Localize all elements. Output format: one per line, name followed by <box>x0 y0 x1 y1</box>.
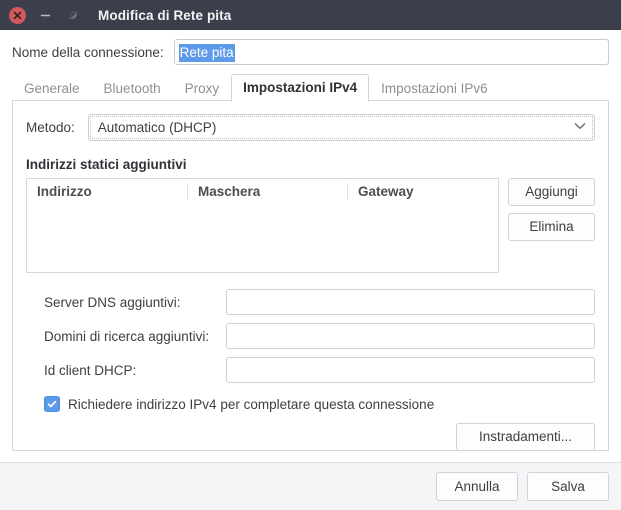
minimize-button[interactable] <box>34 4 56 26</box>
routes-button[interactable]: Instradamenti... <box>456 423 595 451</box>
dhcp-client-id-row: Id client DHCP: <box>26 357 595 383</box>
tab-generale[interactable]: Generale <box>12 75 92 102</box>
require-ipv4-checkbox[interactable] <box>44 396 60 412</box>
edit-connection-window: Modifica di Rete pita Nome della conness… <box>0 0 621 510</box>
table-header-row: Indirizzo Maschera Gateway <box>27 179 498 203</box>
tab-proxy[interactable]: Proxy <box>173 75 232 102</box>
search-domains-label: Domini di ricerca aggiuntivi: <box>44 328 210 344</box>
ipv4-settings-page: Metodo: Automatico (DHCP) Indirizzi stat… <box>12 100 609 451</box>
routes-row: Instradamenti... <box>26 423 595 451</box>
tab-impostazioni-ipv4[interactable]: Impostazioni IPv4 <box>231 74 370 102</box>
close-button[interactable] <box>6 4 28 26</box>
add-address-button[interactable]: Aggiungi <box>508 178 595 206</box>
dns-row: Server DNS aggiuntivi: <box>26 289 595 315</box>
delete-address-button[interactable]: Elimina <box>508 213 595 241</box>
column-header-maschera[interactable]: Maschera <box>187 182 347 200</box>
dialog-action-bar: Annulla Salva <box>0 462 621 510</box>
maximize-button[interactable] <box>62 4 84 26</box>
require-ipv4-label: Richiedere indirizzo IPv4 per completare… <box>68 396 435 412</box>
method-select[interactable]: Automatico (DHCP) <box>87 114 595 141</box>
restore-icon <box>65 7 82 24</box>
dhcp-client-id-label: Id client DHCP: <box>44 362 137 378</box>
method-label: Metodo: <box>26 120 75 135</box>
minimize-icon <box>37 7 54 24</box>
require-ipv4-row[interactable]: Richiedere indirizzo IPv4 per completare… <box>26 396 595 412</box>
connection-name-input[interactable]: Rete pita <box>173 39 609 65</box>
connection-name-value: Rete pita <box>178 44 235 62</box>
extra-fields: Server DNS aggiuntivi: Domini di ricerca… <box>26 289 595 391</box>
dns-input[interactable] <box>226 289 595 315</box>
column-header-indirizzo[interactable]: Indirizzo <box>27 183 187 200</box>
titlebar: Modifica di Rete pita <box>0 0 621 30</box>
save-button[interactable]: Salva <box>527 472 609 501</box>
method-selected-value: Automatico (DHCP) <box>97 120 217 135</box>
window-title: Modifica di Rete pita <box>98 7 232 23</box>
tab-bar: Generale Bluetooth Proxy Impostazioni IP… <box>12 73 609 102</box>
static-addresses-title: Indirizzi statici aggiuntivi <box>26 157 187 172</box>
check-icon <box>47 399 57 409</box>
chevron-down-icon <box>574 122 586 133</box>
dns-label: Server DNS aggiuntivi: <box>44 294 181 310</box>
tab-impostazioni-ipv6[interactable]: Impostazioni IPv6 <box>369 75 500 102</box>
method-row: Metodo: Automatico (DHCP) <box>26 114 595 141</box>
connection-name-label: Nome della connessione: <box>12 44 164 60</box>
column-header-gateway[interactable]: Gateway <box>347 182 498 200</box>
connection-name-row: Nome della connessione: Rete pita <box>0 30 621 73</box>
dhcp-client-id-input[interactable] <box>226 357 595 383</box>
static-addresses-area: Indirizzo Maschera Gateway Aggiungi Elim… <box>26 178 595 273</box>
search-domains-input[interactable] <box>226 323 595 349</box>
close-icon <box>8 6 26 24</box>
table-action-buttons: Aggiungi Elimina <box>508 178 595 241</box>
static-addresses-table[interactable]: Indirizzo Maschera Gateway <box>26 178 499 273</box>
search-domains-row: Domini di ricerca aggiuntivi: <box>26 323 595 349</box>
cancel-button[interactable]: Annulla <box>436 472 518 501</box>
settings-notebook: Generale Bluetooth Proxy Impostazioni IP… <box>0 73 621 452</box>
tab-bluetooth[interactable]: Bluetooth <box>92 75 173 102</box>
